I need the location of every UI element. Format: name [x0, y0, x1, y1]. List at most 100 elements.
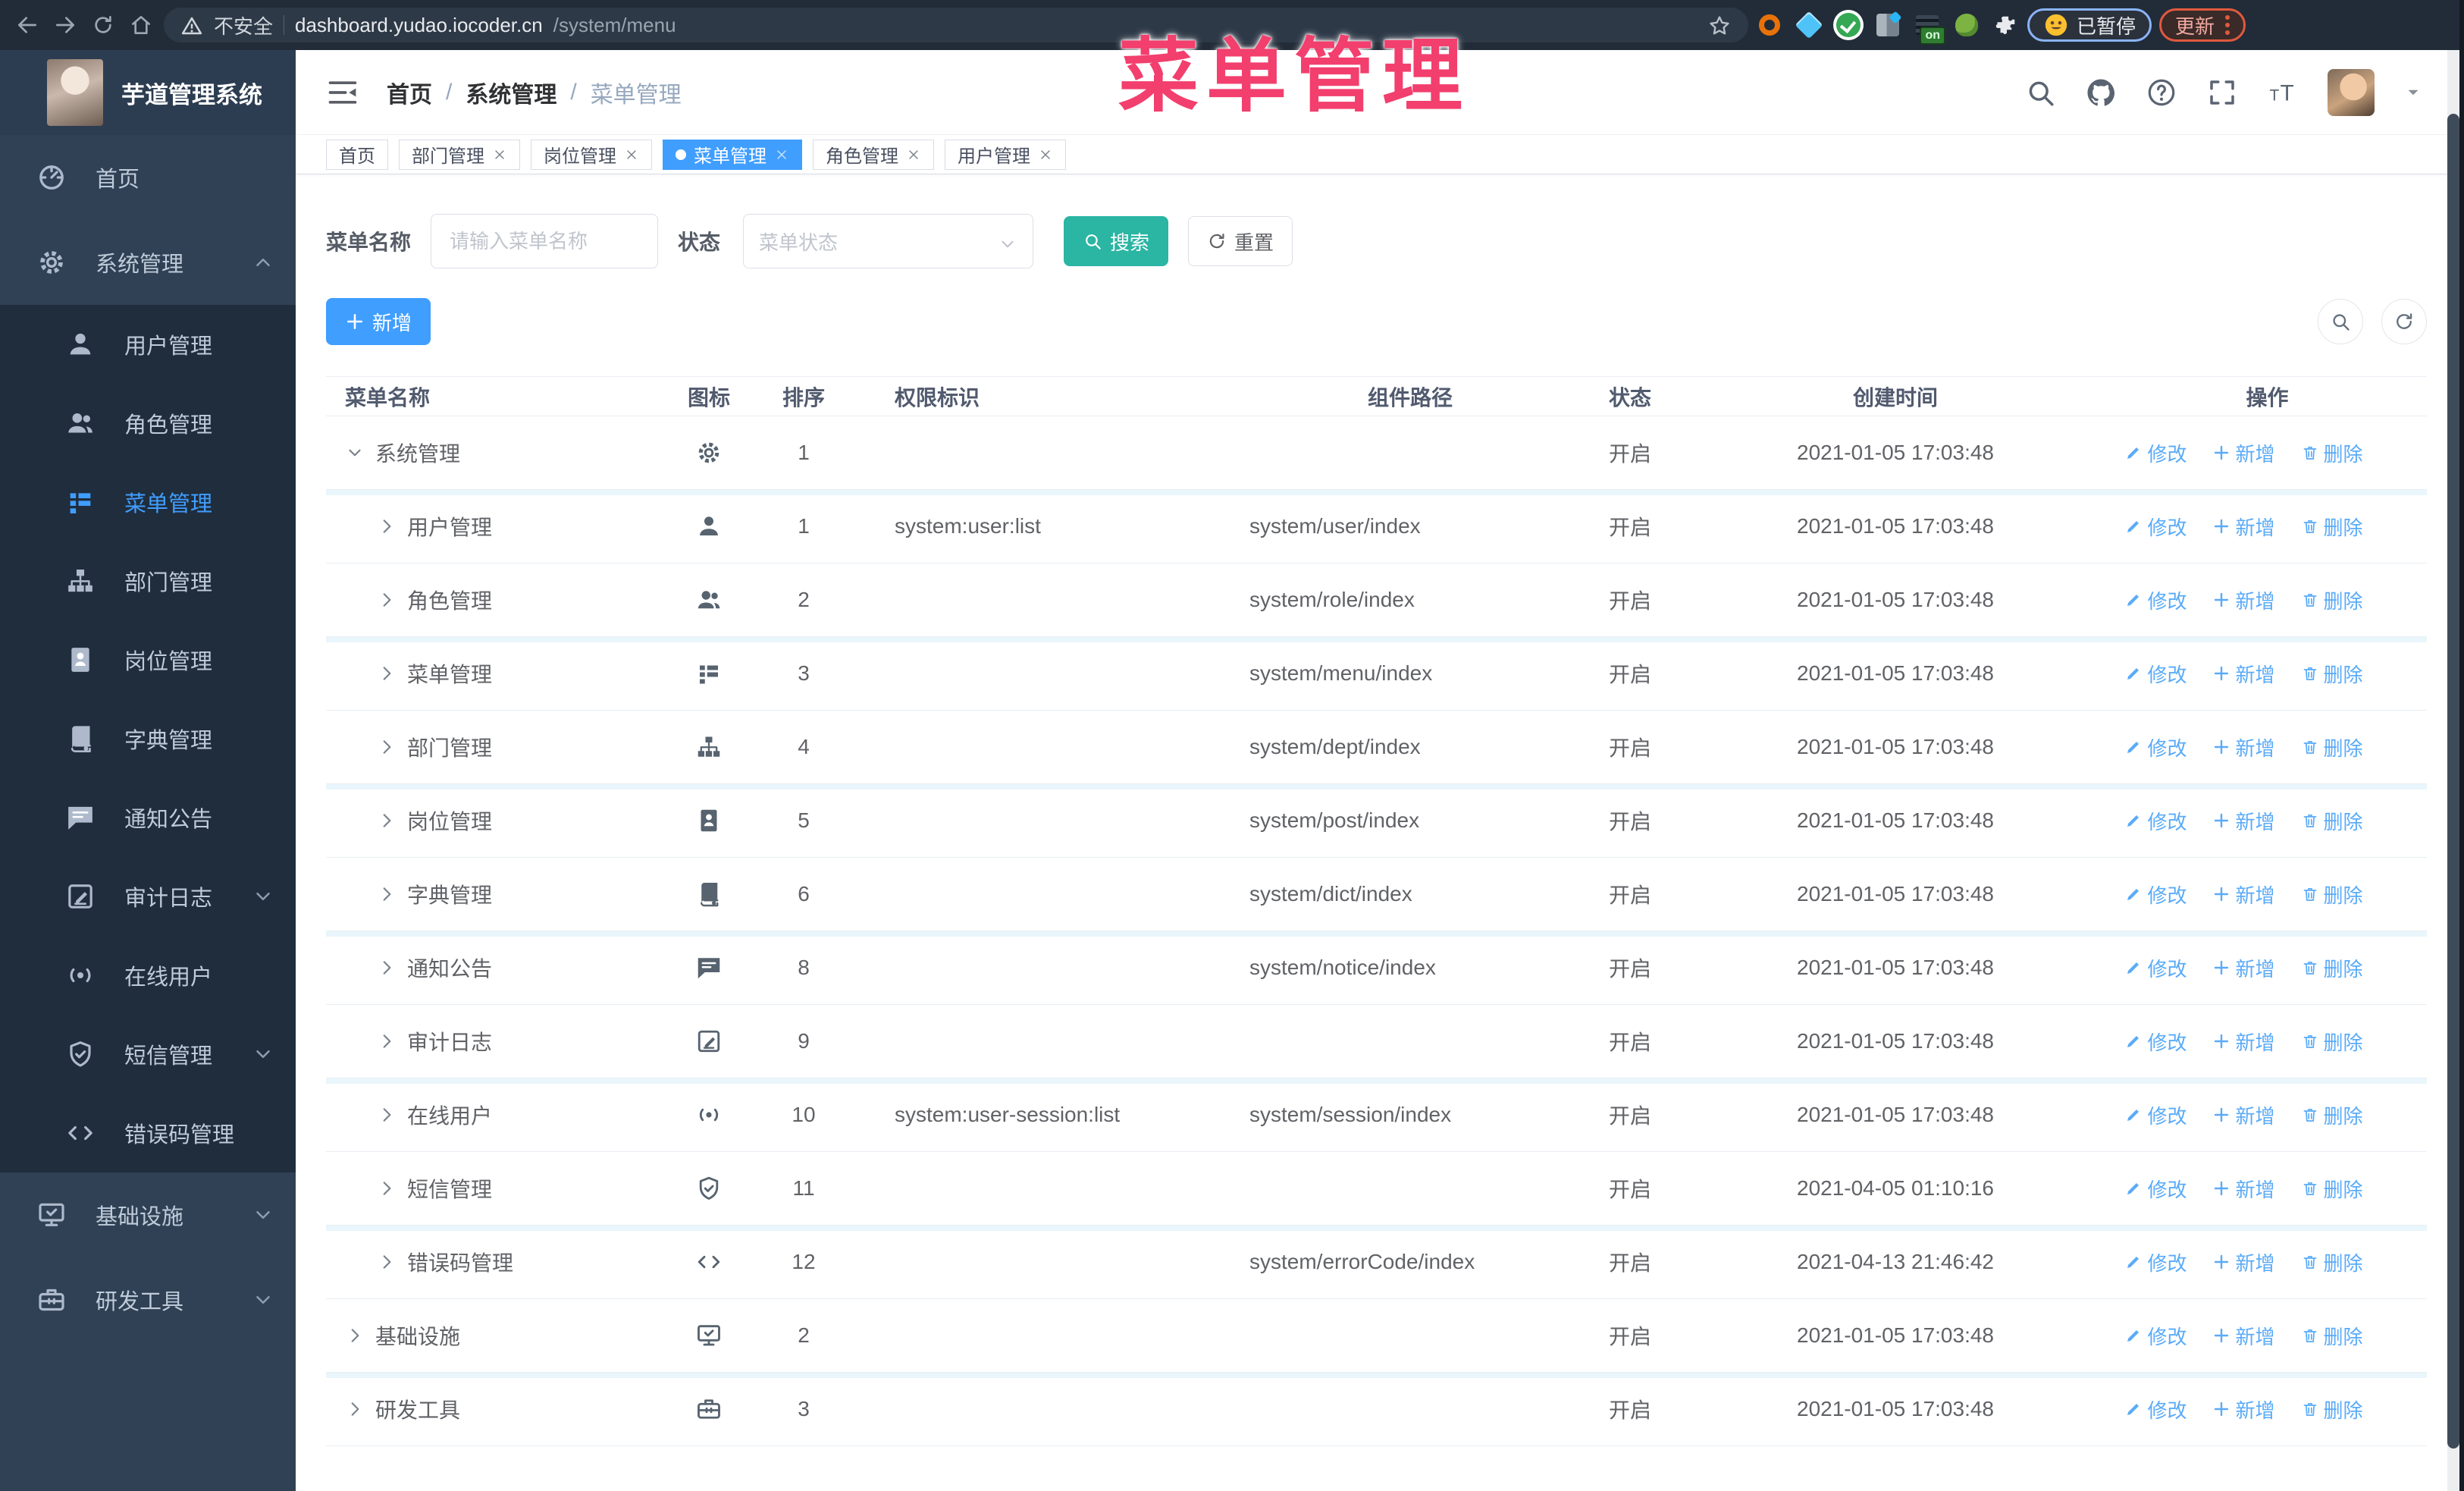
avatar[interactable]: [2328, 68, 2375, 116]
add-link[interactable]: 新增: [2212, 880, 2275, 909]
sidebar-item-14[interactable]: 研发工具: [0, 1257, 296, 1342]
sidebar-item-12[interactable]: 错误码管理: [0, 1094, 296, 1172]
expand-row-icon[interactable]: [377, 664, 397, 683]
paused-extension-pill[interactable]: 已暂停: [2027, 8, 2152, 42]
sidebar-item-0[interactable]: 首页: [0, 135, 296, 220]
orange-ring-extension-icon[interactable]: [1756, 11, 1783, 39]
expand-row-icon[interactable]: [377, 590, 397, 610]
columns-extension-icon[interactable]: [1874, 11, 1901, 39]
back-icon[interactable]: [12, 10, 42, 40]
sidebar-item-4[interactable]: 菜单管理: [0, 463, 296, 541]
edit-link[interactable]: 修改: [2124, 586, 2187, 614]
add-link[interactable]: 新增: [2212, 1322, 2275, 1350]
tab-岗位管理[interactable]: 岗位管理: [531, 139, 652, 170]
tab-角色管理[interactable]: 角色管理: [813, 139, 934, 170]
home-icon[interactable]: [126, 10, 156, 40]
expand-row-icon[interactable]: [377, 516, 397, 536]
scrollbar-thumb[interactable]: [2447, 114, 2459, 1449]
edit-link[interactable]: 修改: [2124, 954, 2187, 982]
search-button[interactable]: 搜索: [1064, 216, 1169, 266]
edit-link[interactable]: 修改: [2124, 733, 2187, 761]
expand-row-icon[interactable]: [377, 1031, 397, 1051]
edit-link[interactable]: 修改: [2124, 1248, 2187, 1276]
sidebar-item-7[interactable]: 字典管理: [0, 699, 296, 778]
tab-菜单管理[interactable]: 菜单管理: [663, 139, 802, 170]
close-icon[interactable]: [492, 147, 507, 162]
breadcrumb-system[interactable]: 系统管理: [466, 76, 556, 109]
delete-link[interactable]: 删除: [2301, 1395, 2363, 1424]
toggle-search-button[interactable]: [2318, 299, 2363, 344]
sidebar-item-6[interactable]: 岗位管理: [0, 620, 296, 699]
delete-link[interactable]: 删除: [2301, 807, 2363, 835]
expand-row-icon[interactable]: [377, 884, 397, 904]
tab-用户管理[interactable]: 用户管理: [945, 139, 1066, 170]
reload-icon[interactable]: [88, 10, 118, 40]
more-menu-icon[interactable]: [2225, 15, 2230, 35]
green-check-extension-icon[interactable]: [1835, 11, 1862, 39]
expand-row-icon[interactable]: [377, 737, 397, 757]
expand-row-icon[interactable]: [377, 811, 397, 830]
add-button[interactable]: 新增: [326, 298, 431, 345]
green-animal-extension-icon[interactable]: [1953, 11, 1980, 39]
collapse-row-icon[interactable]: [345, 443, 365, 463]
close-icon[interactable]: [624, 147, 639, 162]
delete-link[interactable]: 删除: [2301, 1322, 2363, 1350]
fullscreen-icon[interactable]: [2206, 77, 2238, 108]
tab-部门管理[interactable]: 部门管理: [399, 139, 520, 170]
question-icon[interactable]: [2146, 77, 2177, 108]
collapse-sidebar-icon[interactable]: [326, 76, 359, 109]
sidebar-item-9[interactable]: 审计日志: [0, 857, 296, 936]
add-link[interactable]: 新增: [2212, 807, 2275, 835]
close-icon[interactable]: [774, 147, 789, 162]
edit-link[interactable]: 修改: [2124, 1175, 2187, 1203]
close-icon[interactable]: [906, 147, 921, 162]
add-link[interactable]: 新增: [2212, 586, 2275, 614]
chevron-down-icon[interactable]: [2403, 83, 2423, 102]
delete-link[interactable]: 删除: [2301, 880, 2363, 909]
delete-link[interactable]: 删除: [2301, 1028, 2363, 1056]
refresh-table-button[interactable]: [2381, 299, 2427, 344]
add-link[interactable]: 新增: [2212, 1248, 2275, 1276]
sidebar-item-1[interactable]: 系统管理: [0, 220, 296, 305]
edit-link[interactable]: 修改: [2124, 1322, 2187, 1350]
close-icon[interactable]: [1038, 147, 1053, 162]
update-browser-button[interactable]: 更新: [2159, 8, 2246, 42]
edit-link[interactable]: 修改: [2124, 660, 2187, 688]
delete-link[interactable]: 删除: [2301, 1175, 2363, 1203]
expand-row-icon[interactable]: [377, 1179, 397, 1198]
sidebar-item-2[interactable]: 用户管理: [0, 305, 296, 384]
expand-row-icon[interactable]: [377, 958, 397, 978]
menu-name-input[interactable]: [431, 214, 659, 268]
add-link[interactable]: 新增: [2212, 954, 2275, 982]
delete-link[interactable]: 删除: [2301, 586, 2363, 614]
reset-button[interactable]: 重置: [1188, 216, 1293, 266]
breadcrumb-home[interactable]: 首页: [387, 76, 432, 109]
menu-status-select[interactable]: 菜单状态: [743, 214, 1034, 268]
expand-row-icon[interactable]: [377, 1252, 397, 1272]
edit-link[interactable]: 修改: [2124, 513, 2187, 541]
search-icon[interactable]: [2024, 77, 2056, 108]
add-link[interactable]: 新增: [2212, 513, 2275, 541]
edit-link[interactable]: 修改: [2124, 1101, 2187, 1129]
expand-row-icon[interactable]: [345, 1399, 365, 1419]
add-link[interactable]: 新增: [2212, 1175, 2275, 1203]
edit-link[interactable]: 修改: [2124, 1028, 2187, 1056]
font-size-icon[interactable]: TT: [2267, 77, 2299, 108]
puzzle-extensions-menu-icon[interactable]: [1992, 11, 2020, 39]
sidebar-item-11[interactable]: 短信管理: [0, 1015, 296, 1094]
edit-link[interactable]: 修改: [2124, 880, 2187, 909]
expand-row-icon[interactable]: [345, 1326, 365, 1345]
add-link[interactable]: 新增: [2212, 733, 2275, 761]
delete-link[interactable]: 删除: [2301, 439, 2363, 467]
delete-link[interactable]: 删除: [2301, 1248, 2363, 1276]
dark-on-extension-icon[interactable]: on: [1914, 11, 1945, 45]
sidebar-item-10[interactable]: 在线用户: [0, 936, 296, 1015]
tab-首页[interactable]: 首页: [326, 139, 388, 170]
add-link[interactable]: 新增: [2212, 1101, 2275, 1129]
sidebar-item-13[interactable]: 基础设施: [0, 1172, 296, 1257]
expand-row-icon[interactable]: [377, 1105, 397, 1125]
address-bar[interactable]: 不安全 dashboard.yudao.iocoder.cn/system/me…: [164, 8, 1748, 42]
delete-link[interactable]: 删除: [2301, 1101, 2363, 1129]
add-link[interactable]: 新增: [2212, 660, 2275, 688]
blue-gem-extension-icon[interactable]: [1795, 11, 1823, 39]
